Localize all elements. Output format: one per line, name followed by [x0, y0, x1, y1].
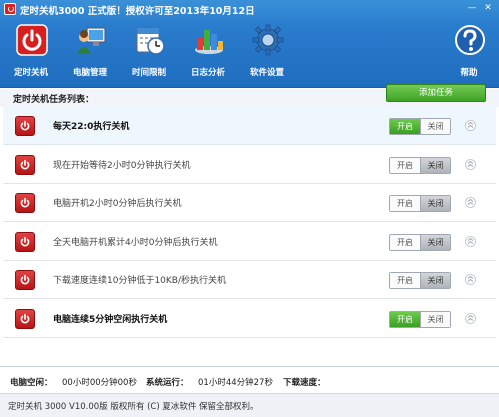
collapse-arrows-icon[interactable]: [465, 197, 476, 208]
toggle-on-button[interactable]: 开启: [390, 157, 420, 173]
toolbar-label: 电脑管理: [72, 68, 107, 78]
toggle-off-button[interactable]: 关闭: [420, 234, 450, 250]
copyright-text: 定时关机 3000 V10.00版 版权所有 (C) 夏冰软件 保留全部权利。: [8, 402, 259, 412]
toolbar-help-button[interactable]: 帮助: [444, 22, 494, 80]
power-icon: [16, 24, 48, 56]
collapse-arrows-icon[interactable]: [465, 312, 476, 324]
toggle-on-button[interactable]: 开启: [390, 234, 420, 250]
toolbar-label: 定时关机: [13, 68, 48, 78]
calendar-clock-icon: [136, 27, 165, 55]
uptime-label: 系统运行：: [146, 378, 189, 388]
toolbar-settings-button[interactable]: 软件设置: [242, 22, 292, 80]
power-icon: [15, 116, 35, 136]
footer: 定时关机 3000 V10.00版 版权所有 (C) 夏冰软件 保留全部权利。: [0, 393, 499, 417]
toolbar-shutdown-button[interactable]: 定时关机: [6, 22, 56, 80]
idle-value: 00小时00分钟00秒: [62, 378, 137, 388]
computer-user-icon: [77, 27, 106, 54]
task-description: 全天电脑开机累计4小时0分钟后执行关机: [53, 237, 218, 248]
close-button[interactable]: ✕: [481, 3, 495, 14]
bar-chart-icon: [195, 30, 223, 54]
task-description: 现在开始等待2小时0分钟执行关机: [53, 160, 191, 171]
add-task-button[interactable]: 添加任务: [386, 84, 486, 102]
toggle-off-button[interactable]: 关闭: [420, 157, 450, 173]
task-toggle[interactable]: 开启 关闭: [389, 233, 451, 251]
title-bar: 定时关机3000 正式版！授权许可至2013年10月12日 — ✕: [0, 0, 499, 18]
toolbar-label: 时间限制: [131, 68, 166, 78]
toggle-off-button[interactable]: 关闭: [420, 311, 450, 327]
task-description: 电脑开机2小时0分钟后执行关机: [53, 199, 182, 209]
task-toggle[interactable]: 开启 关闭: [389, 118, 451, 135]
collapse-arrows-icon[interactable]: [465, 158, 476, 170]
toolbar-label: 帮助: [460, 68, 478, 78]
task-description: 电脑连续5分钟空闲执行关机: [53, 314, 168, 325]
header-toolbar: 定时关机3000 正式版！授权许可至2013年10月12日 — ✕ 定时关机 电…: [0, 0, 499, 88]
toggle-off-button[interactable]: 关闭: [420, 273, 450, 288]
toggle-on-button[interactable]: 开启: [390, 196, 420, 211]
task-row[interactable]: 电脑连续5分钟空闲执行关机 开启 关闭: [3, 299, 496, 338]
uptime-value: 01小时44分钟27秒: [198, 378, 273, 388]
idle-label: 电脑空闲：: [10, 378, 53, 388]
task-toggle[interactable]: 开启 关闭: [389, 156, 451, 174]
collapse-arrows-icon[interactable]: [465, 120, 476, 131]
collapse-arrows-icon[interactable]: [465, 235, 476, 247]
task-toggle[interactable]: 开启 关闭: [389, 272, 451, 289]
task-row[interactable]: 下载速度连续10分钟低于10KB/秒执行关机 开启 关闭: [3, 261, 496, 299]
toolbar-label: 日志分析: [190, 68, 225, 78]
power-icon: [15, 193, 35, 213]
power-icon: [15, 270, 35, 290]
toggle-on-button[interactable]: 开启: [390, 311, 420, 327]
toolbar-computer-manage-button[interactable]: 电脑管理: [65, 22, 115, 80]
toggle-on-button[interactable]: 开启: [390, 273, 420, 288]
task-description: 每天22:0执行关机: [53, 122, 130, 132]
toggle-off-button[interactable]: 关闭: [420, 119, 450, 134]
task-row[interactable]: 每天22:0执行关机 开启 关闭: [3, 107, 496, 145]
status-bar: 电脑空闲： 00小时00分钟00秒 系统运行： 01小时44分钟27秒 下载速度…: [0, 366, 499, 393]
task-description: 下载速度连续10分钟低于10KB/秒执行关机: [53, 276, 227, 286]
task-row[interactable]: 全天电脑开机累计4小时0分钟后执行关机 开启 关闭: [3, 222, 496, 261]
minimize-button[interactable]: —: [465, 3, 479, 14]
help-icon: [455, 25, 485, 55]
gear-icon: [252, 24, 284, 56]
collapse-arrows-icon[interactable]: [465, 274, 476, 285]
power-icon: [15, 154, 35, 175]
task-toggle[interactable]: 开启 关闭: [389, 310, 451, 328]
task-list-title: 定时关机任务列表：: [13, 95, 95, 105]
task-row[interactable]: 电脑开机2小时0分钟后执行关机 开启 关闭: [3, 184, 496, 222]
download-speed-label: 下载速度：: [283, 378, 326, 388]
toolbar-time-limit-button[interactable]: 时间限制: [124, 22, 174, 80]
task-toggle[interactable]: 开启 关闭: [389, 195, 451, 212]
task-row[interactable]: 现在开始等待2小时0分钟执行关机 开启 关闭: [3, 145, 496, 184]
toolbar-label: 软件设置: [249, 68, 284, 78]
app-power-icon: [4, 3, 16, 15]
power-icon: [15, 231, 35, 252]
power-icon: [15, 308, 35, 329]
toggle-off-button[interactable]: 关闭: [420, 196, 450, 211]
toggle-on-button[interactable]: 开启: [390, 119, 420, 134]
toolbar-log-analysis-button[interactable]: 日志分析: [183, 22, 233, 80]
window-title: 定时关机3000 正式版！授权许可至2013年10月12日: [20, 6, 255, 17]
